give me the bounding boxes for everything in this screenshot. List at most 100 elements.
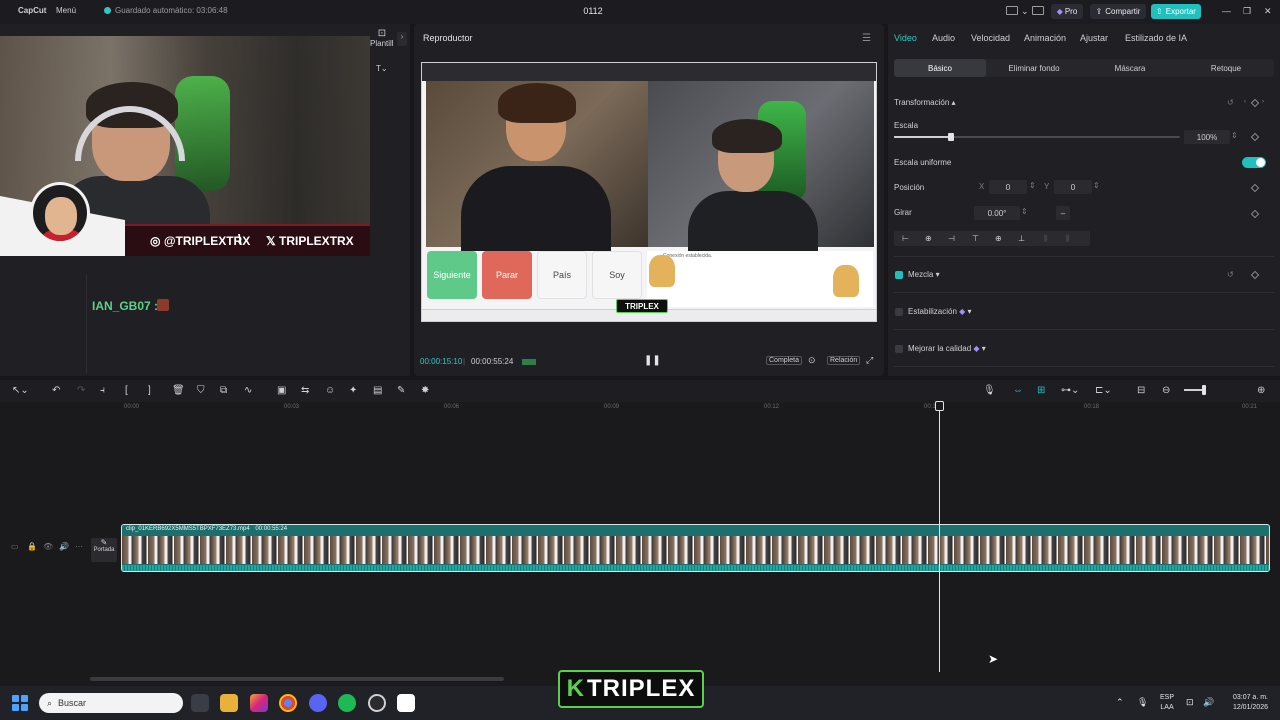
reset-icon[interactable]: ↺ bbox=[1227, 270, 1234, 279]
microphone-tray-icon[interactable]: 🎙 bbox=[1137, 697, 1148, 708]
enhance-checkbox[interactable] bbox=[895, 345, 903, 353]
keyframe-icon[interactable] bbox=[1250, 98, 1260, 108]
keyframe-icon[interactable] bbox=[1250, 270, 1260, 280]
tab-audio[interactable]: Audio bbox=[932, 33, 955, 43]
spotify-icon[interactable] bbox=[338, 694, 356, 712]
scale-slider-thumb[interactable] bbox=[948, 133, 955, 141]
subtab-mask[interactable]: Máscara bbox=[1082, 59, 1178, 77]
subtab-basic[interactable]: Básico bbox=[894, 59, 986, 77]
stabilize-checkbox[interactable] bbox=[895, 308, 903, 316]
mirror-icon[interactable]: ⇆ bbox=[301, 385, 309, 396]
obs-icon[interactable] bbox=[368, 694, 386, 712]
enhance-title[interactable]: Mejorar la calidad ◆ ▾ bbox=[908, 344, 986, 353]
minimize-icon[interactable]: — bbox=[1222, 6, 1231, 16]
person-icon[interactable]: ☺ bbox=[325, 385, 335, 396]
text-style-button[interactable]: T⌄ bbox=[376, 64, 388, 73]
export-button[interactable]: ⇧ Exportar bbox=[1151, 4, 1201, 19]
y-stepper-icon[interactable]: ⇕ bbox=[1093, 181, 1100, 190]
crop-icon[interactable]: ⧉ bbox=[220, 385, 227, 396]
full-quality-button[interactable]: Completa bbox=[766, 356, 802, 365]
taskbar-search[interactable]: ⌕ Buscar bbox=[39, 693, 183, 713]
caption-icon[interactable]: ▤ bbox=[373, 385, 382, 396]
close-icon[interactable]: ✕ bbox=[1264, 6, 1272, 17]
main-track-magnet-icon[interactable]: ⇔ bbox=[1013, 385, 1023, 396]
align-right-icon[interactable]: ⊣ bbox=[948, 234, 955, 243]
delete-icon[interactable]: 🗑 bbox=[172, 385, 185, 396]
menu-icon[interactable]: ☰ bbox=[862, 33, 871, 44]
network-icon[interactable]: ⊡ bbox=[1186, 697, 1194, 708]
uniform-scale-toggle[interactable] bbox=[1242, 157, 1266, 168]
rotate-dial-icon[interactable]: – bbox=[1056, 206, 1070, 220]
link-icon[interactable]: ⊶⌄ bbox=[1061, 385, 1079, 396]
x-stepper-icon[interactable]: ⇕ bbox=[1029, 181, 1036, 190]
task-view-icon[interactable] bbox=[191, 694, 209, 712]
keyframe-icon[interactable] bbox=[1250, 209, 1260, 219]
templates-tab[interactable]: ⊡ Plantillas bbox=[370, 28, 394, 48]
collapse-arrow-icon[interactable]: › bbox=[397, 32, 407, 46]
tray-arrow-icon[interactable]: ⌃ bbox=[1116, 697, 1124, 708]
menu-button[interactable]: Menú bbox=[56, 6, 76, 15]
timeline-scrollbar[interactable] bbox=[90, 677, 504, 681]
edit-icon[interactable]: ✎ bbox=[397, 385, 405, 396]
zoom-slider-thumb[interactable] bbox=[1202, 385, 1206, 395]
subtab-remove-bg[interactable]: Eliminar fondo bbox=[986, 59, 1082, 77]
more-icon[interactable]: ⋯ bbox=[75, 542, 83, 551]
tab-animation[interactable]: Animación bbox=[1024, 33, 1066, 43]
tab-speed[interactable]: Velocidad bbox=[971, 33, 1010, 43]
blend-title[interactable]: Mezcla ▾ bbox=[908, 270, 940, 279]
shield-icon[interactable]: ⛉ bbox=[197, 385, 205, 396]
ai-icon[interactable]: ✸ bbox=[421, 385, 429, 396]
reset-icon[interactable]: ↺ bbox=[1227, 98, 1234, 107]
zoom-in-icon[interactable]: ⊕ bbox=[1257, 385, 1265, 396]
blend-checkbox[interactable] bbox=[895, 271, 903, 279]
align-center-h-icon[interactable]: ⊕ bbox=[925, 234, 932, 243]
split-right-icon[interactable]: ] bbox=[148, 385, 151, 396]
rotate-input[interactable]: 0.00° bbox=[974, 206, 1020, 220]
transform-title[interactable]: Transformación ▴ bbox=[894, 98, 956, 107]
playhead-handle[interactable] bbox=[935, 401, 944, 411]
instagram-app-icon[interactable] bbox=[250, 694, 268, 712]
share-button[interactable]: ⇪ Compartir bbox=[1090, 4, 1146, 19]
file-explorer-icon[interactable] bbox=[220, 694, 238, 712]
subtab-retouch[interactable]: Retoque bbox=[1178, 59, 1274, 77]
scale-input[interactable]: 100% bbox=[1184, 130, 1230, 144]
cover-button[interactable]: ✎ Portada bbox=[91, 538, 117, 562]
time-ruler[interactable]: 00:00 00:03 00:06 00:09 00:12 00:15 00:1… bbox=[120, 402, 1280, 416]
prev-keyframe-icon[interactable]: ‹ bbox=[1244, 99, 1246, 105]
layout-dropdown-icon[interactable]: ⌄ bbox=[1021, 6, 1029, 17]
scale-slider[interactable] bbox=[894, 133, 1180, 141]
speed-curve-icon[interactable]: ∿ bbox=[244, 385, 252, 396]
fit-icon[interactable]: ⊟ bbox=[1137, 385, 1145, 396]
split-icon[interactable]: ⫞ bbox=[100, 385, 105, 396]
next-keyframe-icon[interactable]: › bbox=[1262, 99, 1264, 105]
audio-icon[interactable]: 🔊 bbox=[59, 542, 69, 551]
pause-icon[interactable]: ❚❚ bbox=[644, 355, 661, 366]
align-center-v-icon[interactable]: ⊕ bbox=[995, 234, 1002, 243]
volume-icon[interactable]: 🔊 bbox=[1203, 697, 1214, 708]
freeze-icon[interactable]: ▣ bbox=[277, 385, 286, 396]
panels-icon[interactable] bbox=[1032, 6, 1044, 15]
language-indicator[interactable]: ESP LAA bbox=[1160, 693, 1174, 713]
lock-icon[interactable]: 🔒 bbox=[27, 542, 37, 551]
magic-icon[interactable]: ✦ bbox=[349, 385, 357, 396]
chrome-icon[interactable] bbox=[279, 694, 297, 712]
undo-icon[interactable]: ↶ bbox=[52, 385, 60, 396]
tab-ai-style[interactable]: Estilizado de IA bbox=[1125, 33, 1187, 43]
windows-start-icon[interactable] bbox=[12, 695, 28, 711]
split-left-icon[interactable]: [ bbox=[125, 385, 128, 396]
keyframe-icon[interactable] bbox=[1250, 183, 1260, 193]
auto-snap-icon[interactable]: ⊞ bbox=[1037, 385, 1045, 396]
align-left-icon[interactable]: ⊢ bbox=[902, 234, 909, 243]
position-y-input[interactable]: 0 bbox=[1054, 180, 1092, 194]
align-top-icon[interactable]: ⊤ bbox=[972, 234, 979, 243]
screenshot-icon[interactable]: ⊙ bbox=[808, 355, 816, 366]
pro-button[interactable]: ◆ Pro bbox=[1051, 4, 1083, 19]
preview-axis-icon[interactable]: ⊏⌄ bbox=[1095, 385, 1112, 396]
clock[interactable]: 03:07 a. m. 12/01/2026 bbox=[1222, 693, 1268, 713]
tab-video[interactable]: Video bbox=[894, 33, 917, 43]
playhead[interactable] bbox=[939, 402, 940, 672]
video-preview[interactable]: Siguiente Parar País Soy Conexión establ… bbox=[421, 62, 877, 322]
video-clip[interactable]: clip_01KERB692X5MMS5TBPXF73EZ73.mp4 00:0… bbox=[121, 524, 1270, 572]
ratio-button[interactable]: Relación bbox=[827, 356, 861, 365]
scale-stepper-icon[interactable]: ⇕ bbox=[1231, 131, 1238, 140]
